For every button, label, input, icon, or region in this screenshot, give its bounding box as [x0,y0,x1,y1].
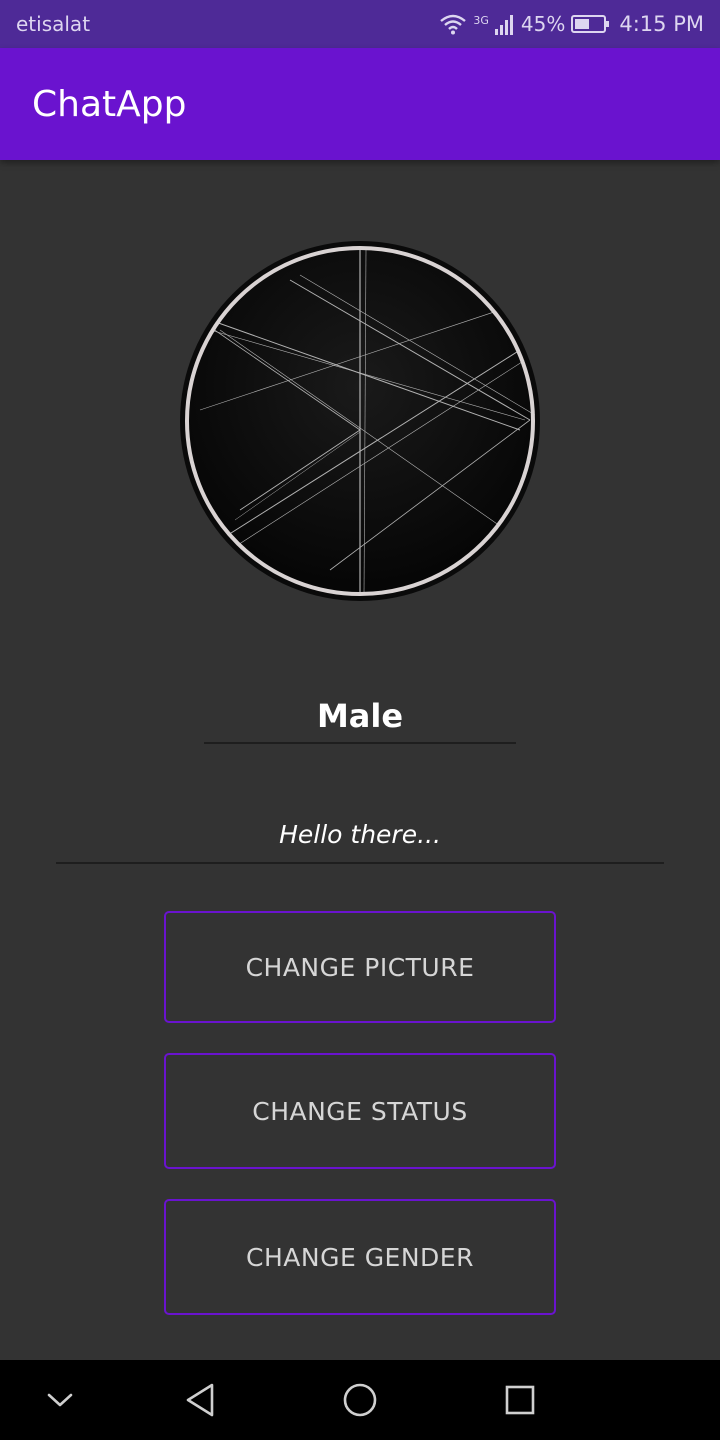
status-value: Hello there... [279,819,441,849]
chevron-down-icon[interactable] [30,1360,90,1440]
back-icon[interactable] [170,1360,230,1440]
navigation-bar [0,1360,720,1440]
status-bar: etisalat 3G 45% 4:15 PM [0,0,720,48]
signal-icon [494,13,515,35]
app-title: ChatApp [32,83,187,125]
gender-value: Male [316,697,404,735]
app-bar: ChatApp [0,48,720,160]
battery-percent: 45% [520,12,566,36]
change-status-button[interactable]: CHANGE STATUS [164,1053,556,1169]
network-type: 3G [473,14,489,27]
change-picture-button[interactable]: CHANGE PICTURE [164,911,556,1023]
recents-icon[interactable] [490,1360,550,1440]
carrier-name: etisalat [16,12,91,36]
status-field[interactable]: Hello there... [56,806,664,864]
gender-field[interactable]: Male [204,690,516,744]
profile-image[interactable] [180,240,540,602]
battery-icon [571,13,611,35]
change-gender-button[interactable]: CHANGE GENDER [164,1199,556,1315]
wifi-icon [439,13,467,35]
status-icons: 3G 45% 4:15 PM [439,12,704,36]
home-icon[interactable] [330,1360,390,1440]
clock: 4:15 PM [619,12,704,36]
